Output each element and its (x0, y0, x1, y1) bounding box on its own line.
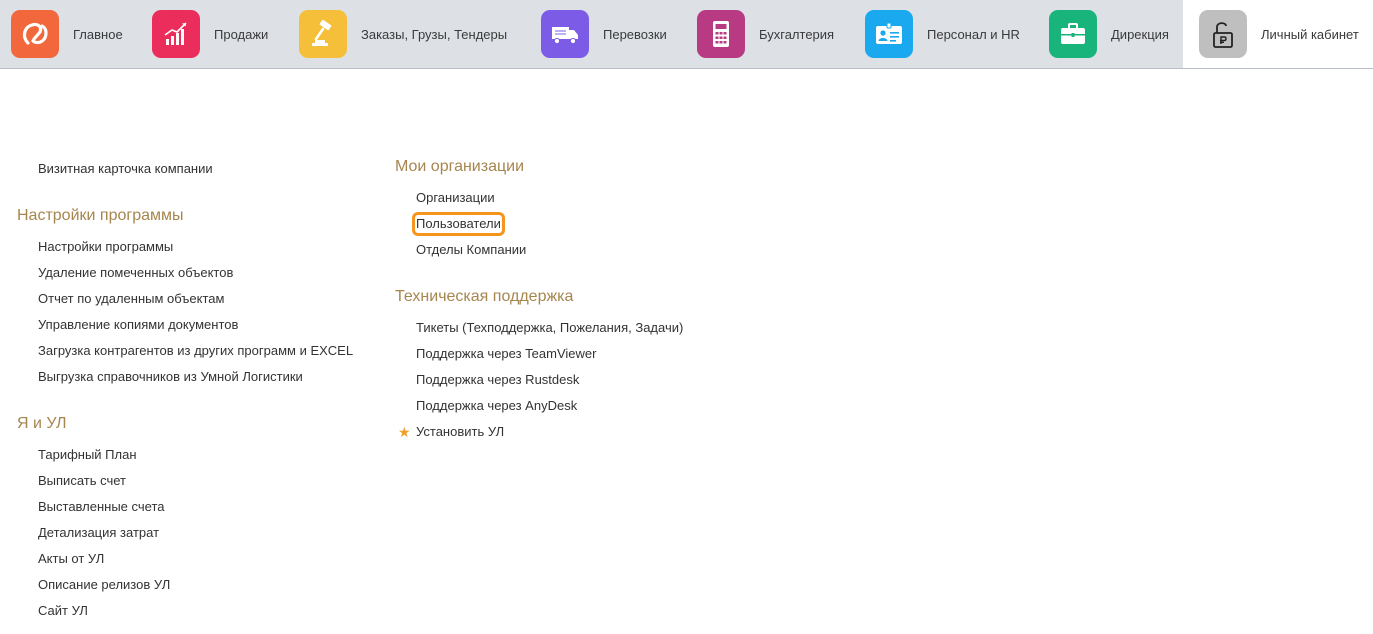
nav-section-main[interactable]: Главное (11, 0, 123, 68)
link-departments[interactable]: Отделы Компании (416, 242, 526, 258)
link-users[interactable]: Пользователи (412, 212, 505, 236)
link-company-card[interactable]: Визитная карточка компании (38, 161, 213, 177)
sales-chart-icon (152, 10, 200, 58)
link-import-contractors[interactable]: Загрузка контрагентов из других программ… (38, 343, 353, 359)
nav-section-accounting[interactable]: Бухгалтерия (697, 0, 834, 68)
truck-icon (541, 10, 589, 58)
link-deleted-report[interactable]: Отчет по удаленным объектам (38, 291, 224, 307)
link-acts[interactable]: Акты от УЛ (38, 551, 104, 567)
link-release-notes[interactable]: Описание релизов УЛ (38, 577, 170, 593)
star-icon: ★ (398, 424, 411, 440)
top-nav-bar: Главное Продажи Заказы, Грузы, Тендеры П… (0, 0, 1373, 69)
logo-icon (11, 10, 59, 58)
briefcase-icon (1049, 10, 1097, 58)
nav-section-label: Персонал и HR (927, 26, 1020, 42)
nav-section-label: Заказы, Грузы, Тендеры (361, 26, 508, 42)
link-teamviewer[interactable]: Поддержка через TeamViewer (416, 346, 596, 362)
id-card-icon (865, 10, 913, 58)
link-organizations[interactable]: Организации (416, 190, 495, 206)
gavel-icon (299, 10, 347, 58)
group-title-ul: Я и УЛ (17, 415, 67, 432)
link-export-references[interactable]: Выгрузка справочников из Умной Логистики (38, 369, 303, 385)
link-anydesk[interactable]: Поддержка через AnyDesk (416, 398, 577, 414)
nav-section-label: Продажи (214, 26, 269, 42)
nav-section-label: Личный кабинет (1261, 26, 1359, 42)
nav-section-label: Бухгалтерия (759, 26, 835, 42)
nav-section-label: Главное (73, 26, 123, 42)
nav-section-hr[interactable]: Персонал и HR (865, 0, 1020, 68)
nav-section-transport[interactable]: Перевозки (541, 0, 667, 68)
link-install-ul[interactable]: Установить УЛ (416, 424, 504, 440)
link-tariff-plan[interactable]: Тарифный План (38, 447, 137, 463)
nav-section-account[interactable]: Личный кабинет (1183, 0, 1373, 68)
link-program-settings[interactable]: Настройки программы (38, 239, 173, 255)
group-title-my-orgs: Мои организации (395, 158, 525, 175)
main-content: Визитная карточка компании Настройки про… (0, 69, 1373, 634)
link-cost-details[interactable]: Детализация затрат (38, 525, 159, 541)
nav-section-sales[interactable]: Продажи (152, 0, 268, 68)
link-issue-invoice[interactable]: Выписать счет (38, 473, 126, 489)
nav-section-direction[interactable]: Дирекция (1049, 0, 1169, 68)
lock-ruble-icon (1199, 10, 1247, 58)
nav-section-label: Перевозки (603, 26, 667, 42)
link-issued-invoices[interactable]: Выставленные счета (38, 499, 164, 515)
group-title-support: Техническая поддержка (395, 288, 574, 305)
link-ul-site[interactable]: Сайт УЛ (38, 603, 88, 619)
calculator-icon (697, 10, 745, 58)
link-doc-copies[interactable]: Управление копиями документов (38, 317, 238, 333)
nav-section-orders[interactable]: Заказы, Грузы, Тендеры (299, 0, 507, 68)
group-title-settings: Настройки программы (17, 207, 184, 224)
link-tickets[interactable]: Тикеты (Техподдержка, Пожелания, Задачи) (416, 320, 683, 336)
link-rustdesk[interactable]: Поддержка через Rustdesk (416, 372, 579, 388)
nav-section-label: Дирекция (1111, 26, 1169, 42)
link-delete-marked[interactable]: Удаление помеченных объектов (38, 265, 233, 281)
